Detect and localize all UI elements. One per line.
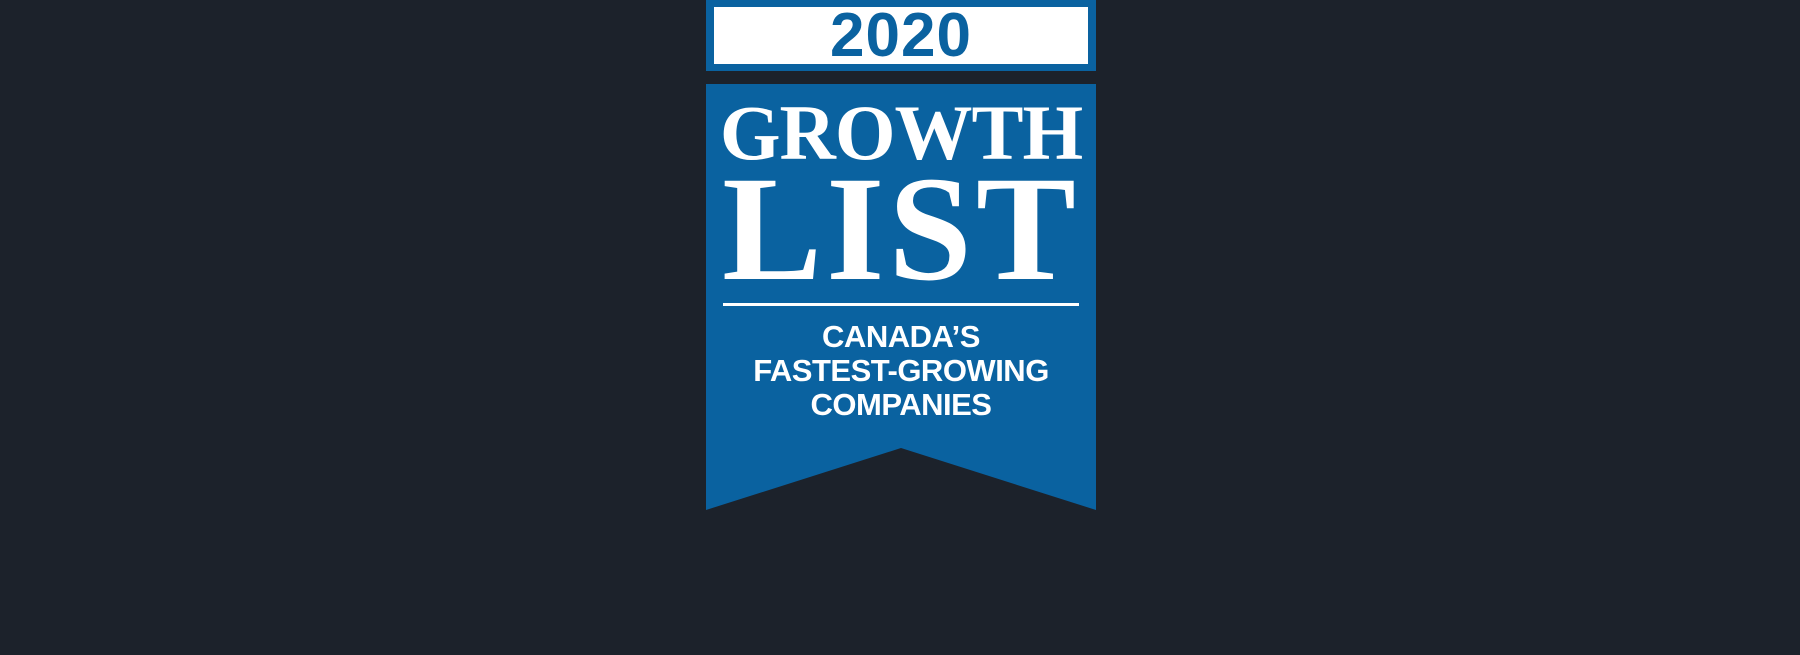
subtitle-line-canadas: CANADA’S (822, 319, 980, 354)
year-label-background: 2020 (714, 0, 1088, 70)
title-list: LIST (722, 146, 1080, 312)
year-label: 2020 (830, 0, 972, 70)
growth-list-badge: 2020 GROWTH LIST CANADA’S FASTEST-GROWIN… (706, 0, 1096, 510)
subtitle: CANADA’S FASTEST-GROWING COMPANIES (706, 320, 1096, 422)
year-box: 2020 (706, 0, 1096, 71)
ribbon-banner: GROWTH LIST CANADA’S FASTEST-GROWING COM… (706, 84, 1096, 510)
page: { "badge": { "year": "2020", "title_line… (0, 0, 1800, 655)
divider-line (723, 303, 1079, 306)
subtitle-line-fastest-growing: FASTEST-GROWING (753, 353, 1049, 388)
subtitle-line-companies: COMPANIES (810, 387, 992, 422)
